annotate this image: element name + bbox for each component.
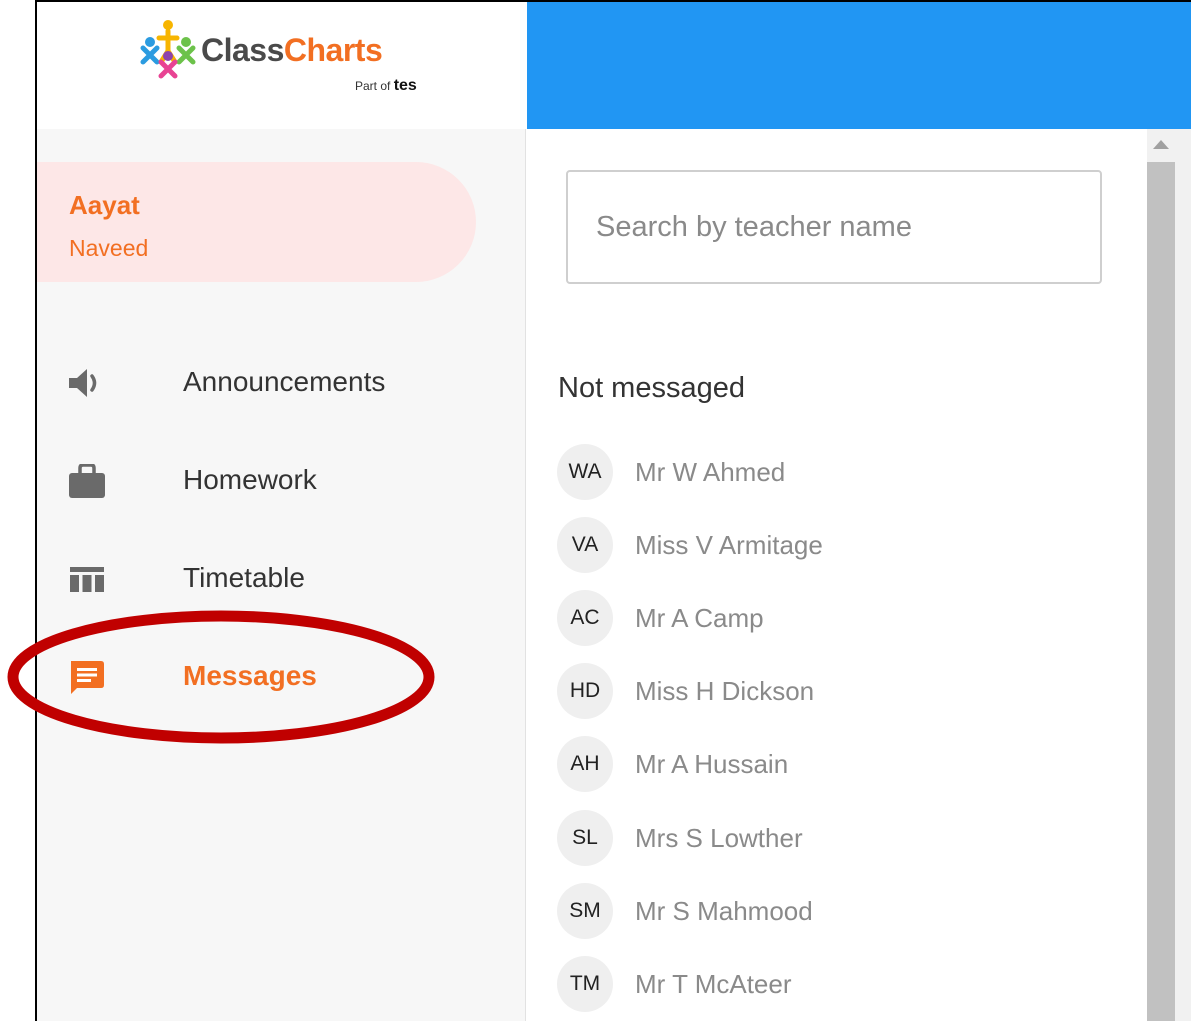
teacher-avatar: SL [557,810,613,866]
logo-wordmark: ClassCharts [201,32,383,69]
megaphone-icon [69,369,97,397]
teacher-list-item[interactable]: AH Mr A Hussain [557,736,1117,792]
logo-word-part1: Class [201,32,284,68]
nav-label-messages: Messages [183,660,317,691]
nav-label-homework: Homework [183,464,317,495]
teacher-list-item[interactable]: VA Miss V Armitage [557,517,1117,573]
nav-label-timetable: Timetable [183,562,305,593]
teacher-name: Mrs S Lowther [635,823,803,853]
teacher-name: Mr T McAteer [635,969,792,999]
frame-border-left [35,0,37,1021]
teacher-name: Miss V Armitage [635,530,823,560]
logo-word-part2: Charts [283,32,383,68]
teacher-list-item[interactable]: SM Mr S Mahmood [557,883,1117,939]
teacher-list-item[interactable]: SL Mrs S Lowther [557,810,1117,866]
nav-item-announcements[interactable]: Announcements [37,352,477,412]
user-first-name: Aayat [69,190,140,220]
message-icon [71,661,104,694]
teacher-name: Mr A Camp [635,603,764,633]
teacher-avatar: TM [557,956,613,1012]
timetable-icon [70,567,104,592]
teacher-list-item[interactable]: HD Miss H Dickson [557,663,1117,719]
scrollbar-thumb[interactable] [1147,162,1175,1021]
logo-tagline-prefix: Part of [355,79,391,93]
messages-panel: Not messaged WA Mr W Ahmed VA Miss V Arm… [527,129,1147,1021]
teacher-name: Mr W Ahmed [635,457,786,487]
teacher-search-input[interactable] [566,170,1102,284]
teacher-name: Mr A Hussain [635,749,789,779]
teacher-avatar: SM [557,883,613,939]
logo-people-icon [140,20,196,79]
briefcase-icon [69,464,105,498]
scroll-up-arrow-icon[interactable] [1153,140,1169,149]
not-messaged-heading: Not messaged [558,372,745,404]
nav-item-timetable[interactable]: Timetable [37,548,477,608]
sidebar: ClassCharts Part of tes Aayat Naveed Ann… [37,2,526,1021]
top-app-bar [527,2,1191,129]
nav-item-homework[interactable]: Homework [37,450,477,510]
teacher-avatar: AH [557,736,613,792]
nav-label-announcements: Announcements [183,366,386,397]
teacher-list-item[interactable]: AC Mr A Camp [557,590,1117,646]
teacher-list-item[interactable]: WA Mr W Ahmed [557,444,1117,500]
nav-item-messages[interactable]: Messages [37,646,477,706]
teacher-avatar: VA [557,517,613,573]
logo-tagline-brand: tes [393,77,417,94]
teacher-list-item[interactable]: TM Mr T McAteer [557,956,1117,1012]
logo-tagline: Part of tes [355,77,417,95]
teacher-avatar: HD [557,663,613,719]
teacher-name: Miss H Dickson [635,676,815,706]
teacher-avatar: WA [557,444,613,500]
frame-border-top [35,0,1191,2]
user-last-name: Naveed [69,235,149,261]
logo-area: ClassCharts Part of tes [37,2,526,129]
teacher-avatar: AC [557,590,613,646]
teacher-name: Mr S Mahmood [635,896,813,926]
classcharts-logo[interactable]: ClassCharts Part of tes [137,12,437,102]
user-profile-card[interactable]: Aayat Naveed [37,162,476,282]
